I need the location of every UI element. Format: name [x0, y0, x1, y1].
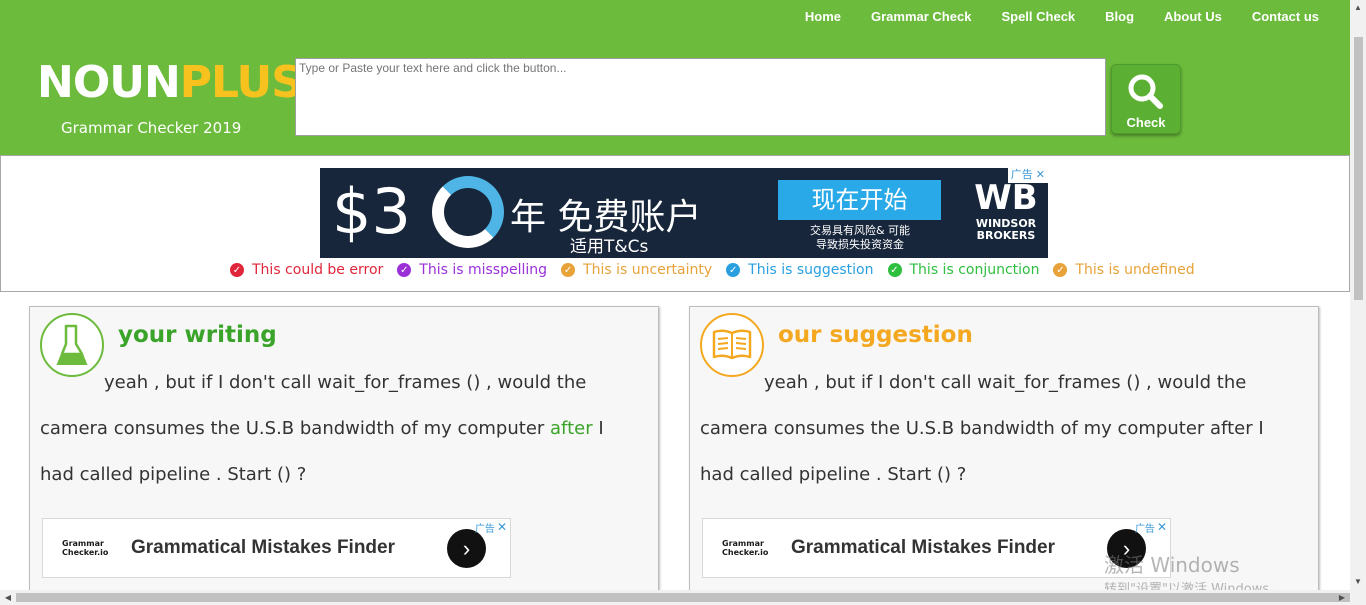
- vertical-scroll-thumb[interactable]: [1354, 37, 1363, 300]
- mini-ad-tag[interactable]: 广告 ✕: [475, 520, 507, 535]
- legend-suggestion: ✓ This is suggestion: [726, 262, 874, 278]
- close-icon[interactable]: ✕: [1036, 168, 1045, 183]
- legend-undefined: ✓ This is undefined: [1053, 262, 1195, 278]
- mini-ad-logo-line1: Grammar: [722, 539, 764, 548]
- book-icon: [712, 329, 752, 360]
- main-nav: Home Grammar Check Spell Check Blog Abou…: [790, 8, 1334, 26]
- ad-banner[interactable]: $3 年 免费账户 适用T&Cs 现在开始 交易具有风险& 可能 导致损失投资资…: [320, 168, 1048, 258]
- ad-risk-text: 交易具有风险& 可能 导致损失投资资金: [804, 224, 916, 252]
- writing-panel: your writing yeah , but if I don't call …: [29, 306, 659, 596]
- ad-big-text: $3: [332, 175, 411, 248]
- suggestion-title: our suggestion: [778, 322, 973, 348]
- nav-home[interactable]: Home: [790, 8, 856, 26]
- close-icon[interactable]: ✕: [497, 520, 507, 535]
- magnifier-icon: [1128, 74, 1163, 109]
- legend: ✓ This could be error ✓ This is misspell…: [230, 262, 1195, 278]
- ad-brand-logo: WB WINDSOR BROKERS: [970, 178, 1042, 242]
- writing-highlight[interactable]: after: [550, 418, 593, 439]
- horizontal-scroll-thumb[interactable]: [16, 593, 1350, 602]
- site-header: Home Grammar Check Spell Check Blog Abou…: [0, 0, 1350, 155]
- check-circle-icon: ✓: [887, 263, 902, 277]
- logo-tagline: Grammar Checker 2019: [61, 119, 242, 137]
- check-button-label: Check: [1126, 115, 1166, 130]
- ad-risk-line2: 导致损失投资资金: [816, 238, 904, 251]
- mini-ad-tag-label: 广告: [474, 524, 495, 535]
- mini-ad-logo: Grammar Checker.io: [722, 539, 768, 557]
- legend-label: This is undefined: [1075, 262, 1195, 278]
- writing-text-before: yeah , but if I don't call wait_for_fram…: [40, 372, 587, 439]
- legend-label: This is suggestion: [748, 262, 874, 278]
- mini-ad[interactable]: Grammar Checker.io Grammatical Mistakes …: [42, 518, 511, 578]
- ad-brand-name-2: BROKERS: [976, 229, 1036, 242]
- ad-cta-button[interactable]: 现在开始: [778, 180, 941, 220]
- check-circle-icon: ✓: [230, 263, 244, 277]
- legend-misspelling: ✓ This is misspelling: [397, 262, 547, 278]
- scroll-up-icon[interactable]: ▲: [1350, 0, 1366, 16]
- writing-text: yeah , but if I don't call wait_for_fram…: [40, 360, 640, 498]
- mini-ad-logo-line2: Checker.io: [722, 548, 769, 557]
- close-icon[interactable]: ✕: [1157, 520, 1167, 535]
- legend-label: This is misspelling: [419, 262, 548, 278]
- check-circle-icon: ✓: [397, 263, 412, 277]
- text-input[interactable]: [295, 58, 1106, 136]
- nav-blog[interactable]: Blog: [1090, 8, 1149, 26]
- horizontal-scrollbar[interactable]: ◀ ▶: [0, 590, 1366, 605]
- legend-conjunction: ✓ This is conjunction: [887, 262, 1040, 278]
- legend-error: ✓ This could be error: [230, 262, 383, 278]
- scroll-right-icon[interactable]: ▶: [1334, 590, 1350, 605]
- check-button[interactable]: Check: [1111, 64, 1181, 134]
- mini-ad-title[interactable]: Grammatical Mistakes Finder: [791, 537, 1055, 559]
- mini-ad[interactable]: Grammar Checker.io Grammatical Mistakes …: [702, 518, 1171, 578]
- legend-label: This is uncertainty: [583, 262, 713, 278]
- ad-subline: 适用T&Cs: [570, 237, 649, 257]
- nav-about-us[interactable]: About Us: [1149, 8, 1237, 26]
- writing-title: your writing: [118, 322, 277, 348]
- mini-ad-tag[interactable]: 广告 ✕: [1135, 520, 1167, 535]
- nav-spell-check[interactable]: Spell Check: [986, 8, 1090, 26]
- mini-ad-title[interactable]: Grammatical Mistakes Finder: [131, 537, 395, 559]
- suggestion-text: yeah , but if I don't call wait_for_fram…: [700, 372, 1264, 485]
- scroll-down-icon[interactable]: ▼: [1350, 574, 1366, 590]
- mini-ad-logo-line1: Grammar: [62, 539, 104, 548]
- legend-label: This is conjunction: [909, 262, 1040, 278]
- mini-ad-tag-label: 广告: [1134, 524, 1155, 535]
- scroll-left-icon[interactable]: ◀: [0, 590, 16, 605]
- mini-ad-logo-line2: Checker.io: [62, 548, 109, 557]
- ad-tag-label: 广告: [1010, 169, 1033, 181]
- nav-contact-us[interactable]: Contact us: [1237, 8, 1334, 26]
- ad-choices-tag[interactable]: 广告 ✕: [1007, 168, 1048, 183]
- logo-plus: PLUS: [179, 57, 303, 108]
- legend-uncertainty: ✓ This is uncertainty: [561, 262, 712, 278]
- ad-ring-graphic: [432, 176, 504, 248]
- mini-ad-logo: Grammar Checker.io: [62, 539, 108, 557]
- nav-grammar-check[interactable]: Grammar Check: [856, 8, 986, 26]
- check-circle-icon: ✓: [1053, 263, 1068, 277]
- check-circle-icon: ✓: [561, 263, 576, 277]
- ad-brand-mark: WB: [974, 178, 1038, 218]
- check-circle-icon: ✓: [726, 263, 741, 277]
- legend-label: This could be error: [252, 262, 384, 278]
- site-logo[interactable]: NOUNPLUS: [37, 57, 303, 108]
- logo-noun: NOUN: [37, 57, 181, 108]
- watermark-line1: 激活 Windows: [1104, 553, 1240, 577]
- vertical-scrollbar[interactable]: ▲ ▼: [1350, 0, 1366, 590]
- ad-risk-line1: 交易具有风险& 可能: [809, 224, 911, 237]
